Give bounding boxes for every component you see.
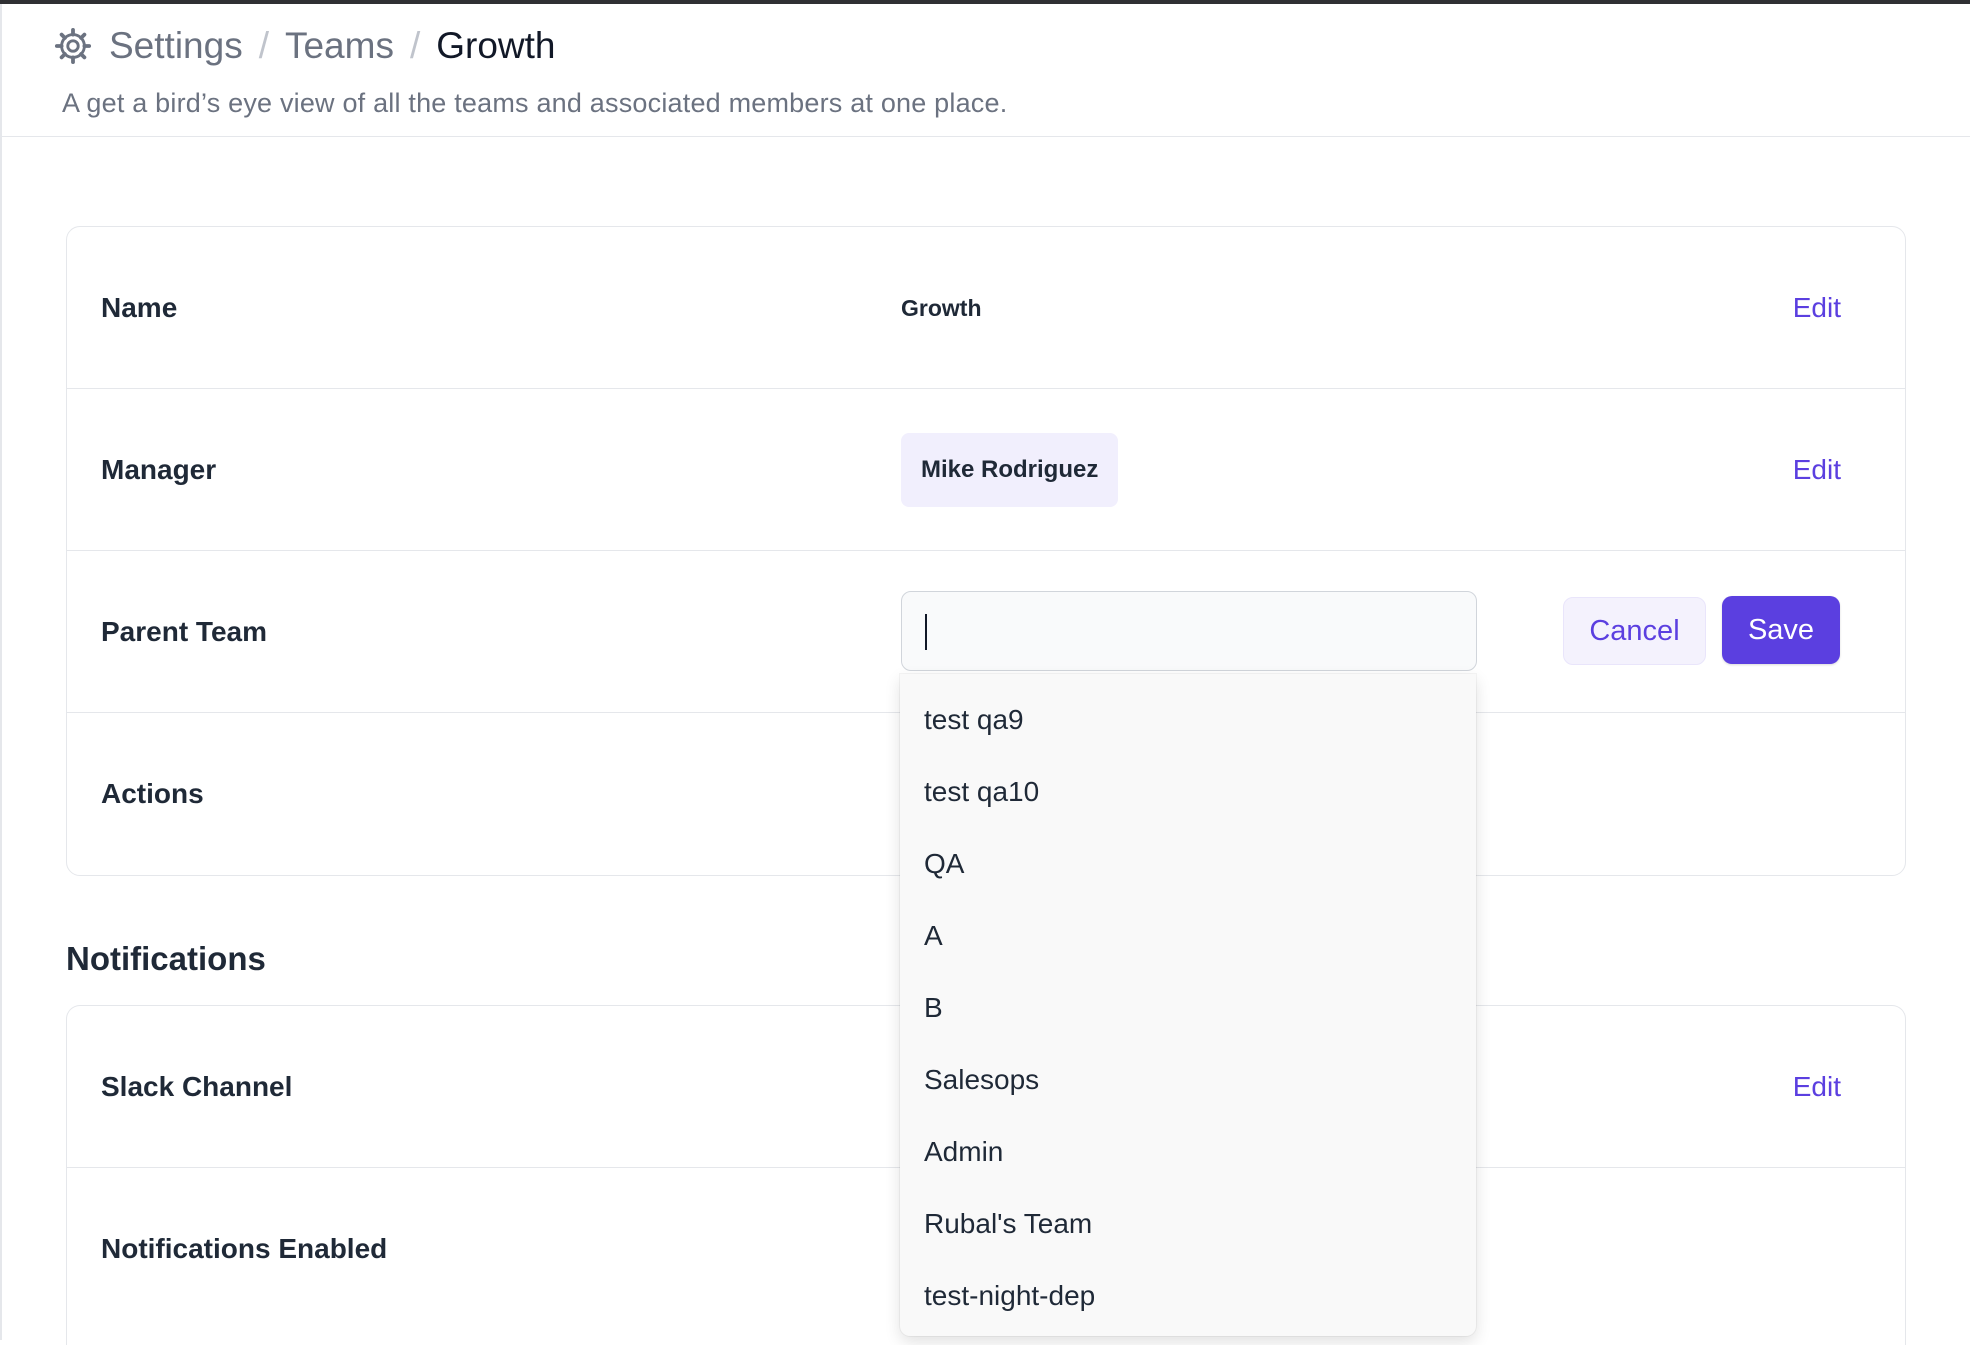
dropdown-option[interactable]: Rubal's Team (900, 1188, 1476, 1260)
text-cursor (925, 614, 927, 650)
cancel-button[interactable]: Cancel (1563, 597, 1706, 665)
dropdown-option[interactable]: Admin (900, 1116, 1476, 1188)
parent-team-input[interactable] (901, 591, 1477, 671)
breadcrumb-separator: / (258, 25, 269, 66)
dropdown-option[interactable]: A (900, 900, 1476, 972)
page-subtitle: A get a bird’s eye view of all the teams… (62, 88, 1008, 118)
manager-value-container: Mike Rodriguez (901, 389, 1119, 551)
breadcrumb-teams[interactable]: Teams (285, 25, 394, 67)
dropdown-option[interactable]: test-night-dep (900, 1260, 1476, 1332)
dropdown-option[interactable]: QA (900, 828, 1476, 900)
dropdown-option[interactable]: Salesops (900, 1044, 1476, 1116)
breadcrumb-separator: / (409, 25, 421, 66)
breadcrumb: Settings / Teams / Growth (53, 22, 556, 70)
name-value: Growth (901, 294, 982, 321)
dropdown-option[interactable]: test qa9 (900, 684, 1476, 756)
notifications-enabled-label: Notifications Enabled (101, 1233, 388, 1264)
slack-channel-label: Slack Channel (101, 1071, 293, 1102)
edit-name-button[interactable]: Edit (1793, 227, 1841, 389)
gear-icon (53, 26, 93, 66)
dropdown-option[interactable]: B (900, 972, 1476, 1044)
actions-label: Actions (101, 778, 204, 809)
parent-team-label: Parent Team (101, 616, 267, 647)
edit-slack-channel-button[interactable]: Edit (1793, 1006, 1841, 1168)
breadcrumb-settings[interactable]: Settings (109, 25, 243, 67)
notifications-heading: Notifications (66, 940, 266, 977)
page-header: Settings / Teams / Growth A get a bird’s… (0, 4, 1970, 137)
breadcrumb-growth: Growth (436, 25, 556, 66)
manager-pill: Mike Rodriguez (901, 433, 1119, 507)
save-button[interactable]: Save (1722, 596, 1840, 664)
window-left-edge (0, 4, 2, 1340)
manager-label: Manager (101, 454, 217, 485)
name-label: Name (101, 292, 178, 323)
name-row: Name Growth Edit (67, 227, 1905, 389)
dropdown-option[interactable]: test qa10 (900, 756, 1476, 828)
parent-team-dropdown: test qa9 test qa10 QA A B Salesops Admin… (900, 674, 1476, 1336)
manager-row: Manager Mike Rodriguez Edit (67, 388, 1905, 550)
edit-manager-button[interactable]: Edit (1793, 389, 1841, 551)
